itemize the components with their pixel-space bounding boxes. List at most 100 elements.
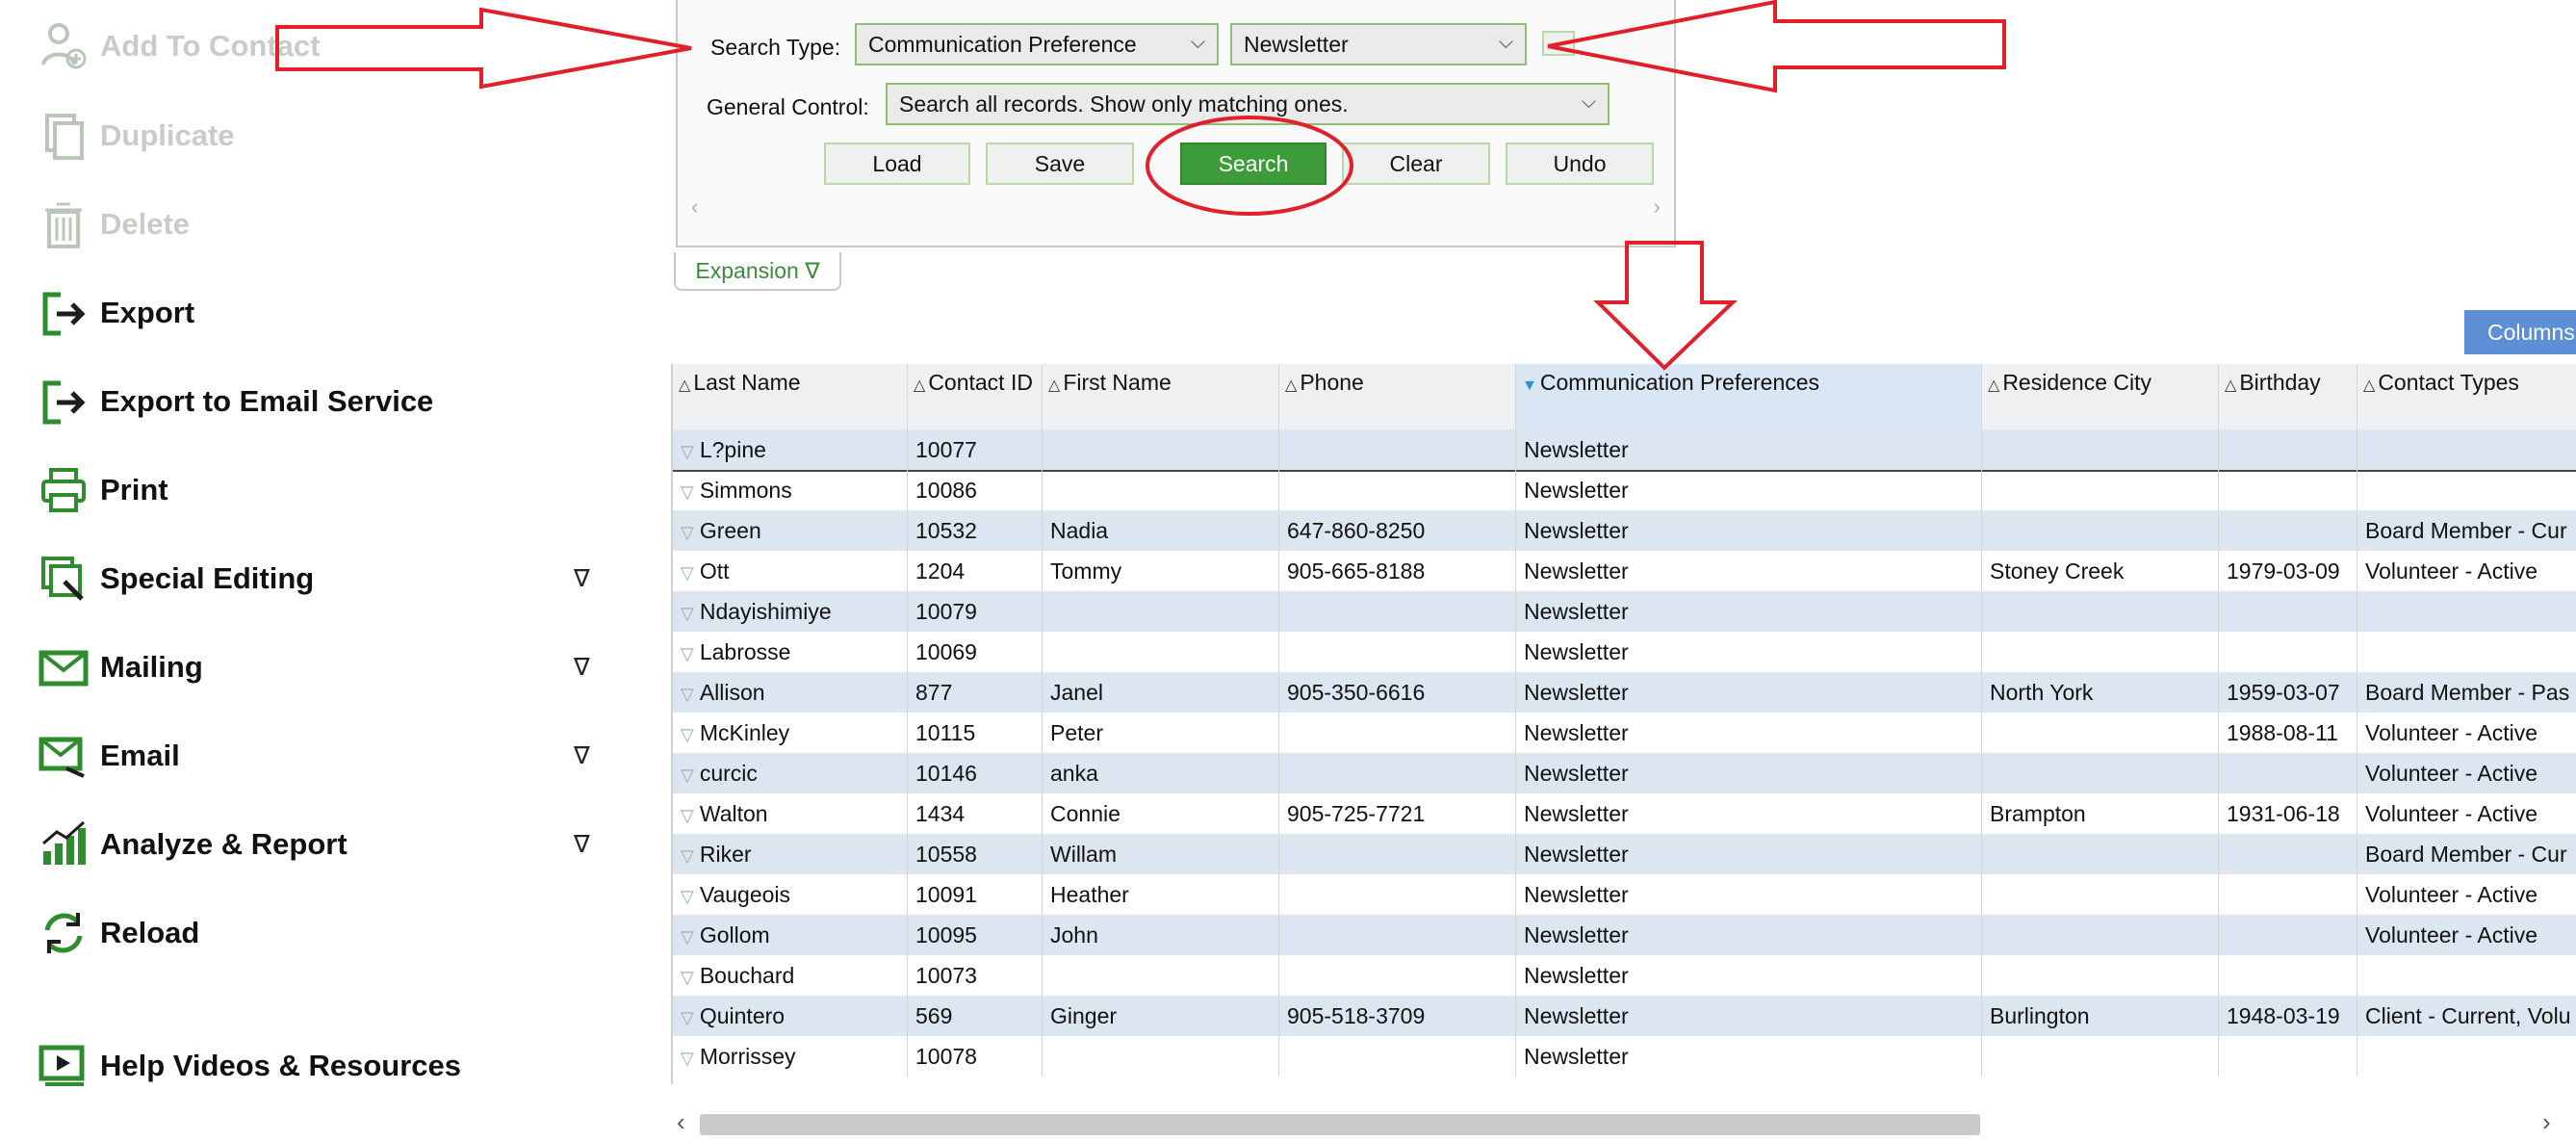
sidebar-item[interactable]: Special Editing ∇ (29, 545, 590, 612)
table-cell: Burlington (1982, 996, 2219, 1036)
row-expand-icon[interactable]: ▽ (681, 442, 694, 461)
table-cell (1982, 915, 2219, 955)
sidebar-item[interactable]: Add To Contact (29, 13, 320, 80)
sidebar-item[interactable]: Export to Email Service (29, 368, 433, 435)
options-button[interactable] (1542, 31, 1575, 56)
row-expand-icon[interactable]: ▽ (681, 563, 694, 583)
sidebar-item[interactable]: Print (29, 456, 168, 524)
column-header[interactable]: △ Residence City (1982, 364, 2219, 429)
cell-value: Nadia (1050, 518, 1109, 543)
table-row[interactable]: ▽ Labrosse 10069 Newsletter (673, 632, 2576, 672)
table-row[interactable]: ▽ Allison 877 Janel 905-350-6616 Newsletter No… (673, 672, 2576, 713)
arrow-right-annotation (275, 7, 692, 90)
table-row[interactable]: ▽ McKinley 10115 Peter Newsletter 1988-08-11 V… (673, 713, 2576, 753)
table-cell (2219, 1036, 2357, 1077)
undo-button[interactable]: Undo (1506, 143, 1654, 185)
sidebar-item[interactable]: Mailing ∇ (29, 634, 590, 701)
expand-triangle-icon[interactable]: ∇ (574, 653, 590, 682)
table-cell (2219, 591, 2357, 632)
table-row[interactable]: ▽ Ndayishimiye 10079 Newsletter (673, 591, 2576, 632)
search-type-select[interactable]: Communication Preference ⌵ (855, 23, 1219, 65)
table-cell (1982, 834, 2219, 874)
expand-triangle-icon[interactable]: ∇ (574, 830, 590, 859)
general-control-select[interactable]: Search all records. Show only matching o… (886, 83, 1610, 125)
row-expand-icon[interactable]: ▽ (681, 604, 694, 623)
scroll-right-icon[interactable]: › (1654, 195, 1661, 220)
grid-header: △ Last Name △ Contact ID △ First Name △ Phone ▼ C… (673, 364, 2576, 430)
table-cell (1279, 753, 1516, 793)
load-button[interactable]: Load (824, 143, 970, 185)
column-header-label: Residence City (2002, 370, 2151, 395)
table-row[interactable]: ▽ Ott 1204 Tommy 905-665-8188 Newsletter Stone… (673, 551, 2576, 591)
sidebar-item[interactable]: Duplicate (29, 102, 235, 169)
table-row[interactable]: ▽ Gollom 10095 John Newsletter Volunteer - Ac… (673, 915, 2576, 955)
table-cell: 1948-03-19 (2219, 996, 2357, 1036)
table-cell: anka (1043, 753, 1279, 793)
scroll-right-icon[interactable]: › (2542, 1107, 2551, 1137)
row-expand-icon[interactable]: ▽ (681, 927, 694, 947)
cell-value: Newsletter (1524, 639, 1629, 664)
sidebar-item-label: Reload (100, 916, 200, 949)
table-cell (1043, 632, 1279, 672)
row-expand-icon[interactable]: ▽ (681, 523, 694, 542)
search-button[interactable]: Search (1180, 143, 1327, 185)
table-row[interactable]: ▽ Morrissey 10078 Newsletter (673, 1036, 2576, 1077)
general-control-value: Search all records. Show only matching o… (899, 91, 1349, 117)
table-row[interactable]: ▽ curcic 10146 anka Newsletter Volunteer - Ac… (673, 753, 2576, 793)
table-row[interactable]: ▽ L?pine 10077 Newsletter (673, 429, 2576, 472)
cell-value: McKinley (699, 720, 790, 745)
column-header[interactable]: △ Birthday (2219, 364, 2357, 429)
sidebar-item[interactable]: Analyze & Report ∇ (29, 811, 590, 878)
scroll-left-icon[interactable]: ‹ (691, 195, 698, 220)
duplicate-icon (29, 102, 98, 169)
row-expand-icon[interactable]: ▽ (681, 806, 694, 825)
column-header[interactable]: △ First Name (1043, 364, 1279, 429)
column-header[interactable]: △ Phone (1279, 364, 1516, 429)
column-header[interactable]: △ Contact Types (2357, 364, 2576, 429)
expand-triangle-icon[interactable]: ∇ (574, 741, 590, 770)
row-expand-icon[interactable]: ▽ (681, 766, 694, 785)
clear-button[interactable]: Clear (1342, 143, 1490, 185)
sidebar-item[interactable]: Export (29, 279, 194, 347)
save-button[interactable]: Save (986, 143, 1134, 185)
video-icon (29, 1032, 98, 1100)
row-expand-icon[interactable]: ▽ (681, 1049, 694, 1068)
expand-triangle-icon[interactable]: ∇ (574, 564, 590, 593)
scroll-left-icon[interactable]: ‹ (677, 1107, 685, 1137)
sidebar-item[interactable]: Reload (29, 899, 199, 967)
sidebar-item[interactable]: Help Videos & Resources (29, 1032, 461, 1100)
search-value-select[interactable]: Newsletter ⌵ (1230, 23, 1527, 65)
table-row[interactable]: ▽ Walton 1434 Connie 905-725-7721 Newsletter B… (673, 793, 2576, 834)
columns-button[interactable]: Columns (2464, 310, 2576, 354)
column-header[interactable]: △ Last Name (673, 364, 908, 429)
panel-scrollbar[interactable]: ‹ › (687, 195, 1664, 220)
row-expand-icon[interactable]: ▽ (681, 968, 694, 987)
table-cell: 10077 (908, 429, 1043, 470)
table-row[interactable]: ▽ Bouchard 10073 Newsletter (673, 955, 2576, 996)
sidebar-item[interactable]: Delete (29, 191, 190, 258)
row-expand-icon[interactable]: ▽ (681, 887, 694, 906)
sidebar-item[interactable]: Email ∇ (29, 722, 590, 790)
grid-horizontal-scrollbar[interactable]: ‹ › (671, 1107, 2576, 1142)
table-row[interactable]: ▽ Vaugeois 10091 Heather Newsletter Volunteer… (673, 874, 2576, 915)
row-expand-icon[interactable]: ▽ (681, 846, 694, 866)
table-cell (2357, 955, 2576, 996)
table-row[interactable]: ▽ Quintero 569 Ginger 905-518-3709 Newsletter… (673, 996, 2576, 1036)
row-expand-icon[interactable]: ▽ (681, 725, 694, 744)
column-header[interactable]: △ Contact ID (908, 364, 1043, 429)
expansion-toggle[interactable]: Expansion ∇ (674, 252, 841, 291)
cell-value: Burlington (1990, 1003, 2090, 1028)
scrollbar-thumb[interactable] (700, 1114, 1980, 1135)
table-row[interactable]: ▽ Riker 10558 Willam Newsletter Board Member … (673, 834, 2576, 874)
column-header[interactable]: ▼ Communication Preferences (1516, 364, 1982, 429)
cell-value: North York (1990, 680, 2094, 705)
cell-value: 1959-03-07 (2227, 680, 2340, 705)
row-expand-icon[interactable]: ▽ (681, 1008, 694, 1027)
row-expand-icon[interactable]: ▽ (681, 644, 694, 663)
row-expand-icon[interactable]: ▽ (681, 482, 694, 502)
table-row[interactable]: ▽ Green 10532 Nadia 647-860-8250 Newsletter Bo… (673, 510, 2576, 551)
table-row[interactable]: ▽ Simmons 10086 Newsletter (673, 470, 2576, 510)
table-cell (2357, 632, 2576, 672)
table-cell: Ginger (1043, 996, 1279, 1036)
row-expand-icon[interactable]: ▽ (681, 685, 694, 704)
